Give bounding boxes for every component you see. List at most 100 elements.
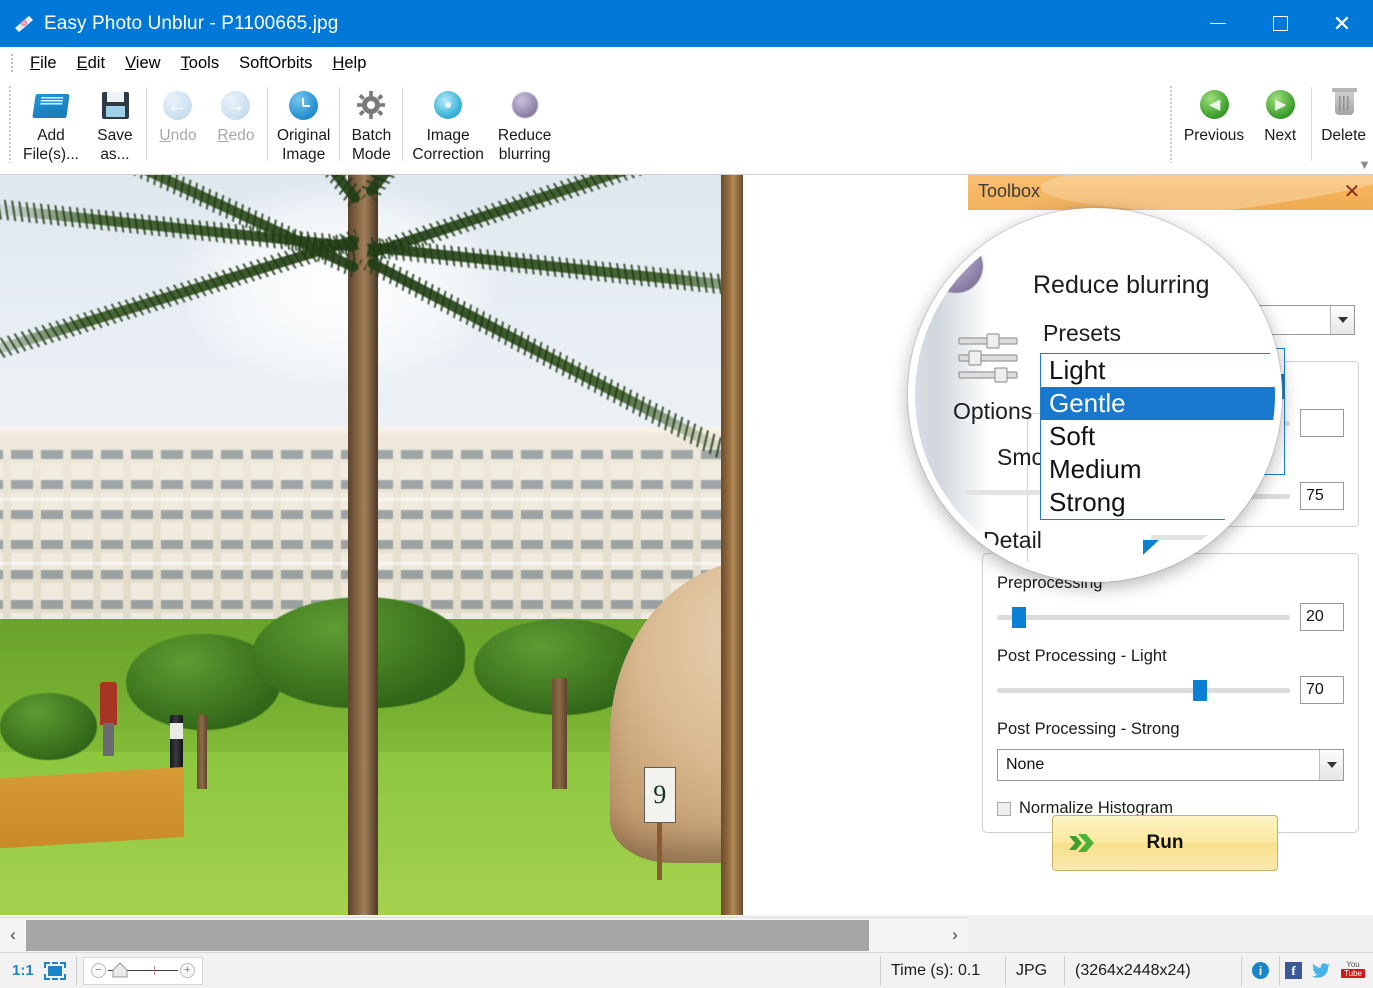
toolbar-separator — [402, 87, 404, 161]
denoise-group-title: Denoise — [993, 543, 1064, 561]
original-image-label: Original Image — [276, 127, 331, 163]
person-in-red — [99, 681, 118, 756]
presets-combobox[interactable]: Gentle — [1036, 305, 1355, 335]
youtube-icon[interactable]: You Tube — [1341, 961, 1365, 980]
horizontal-scrollbar[interactable]: ‹ › — [0, 917, 968, 952]
minimize-button[interactable] — [1187, 0, 1249, 47]
chevron-left-icon[interactable]: ‹ — [0, 919, 26, 952]
window-controls: ✕ — [1187, 0, 1373, 47]
toolbar-overflow-icon[interactable]: ▼ — [1358, 157, 1371, 172]
post-processing-light-value-field[interactable]: 70 — [1300, 676, 1344, 704]
dropdown-option-gentle[interactable]: Gentle — [1034, 374, 1284, 399]
previous-label: Previous — [1183, 127, 1245, 144]
hedge-trunk — [197, 715, 208, 790]
menu-item-tools[interactable]: Tools — [171, 51, 230, 76]
maximize-button[interactable] — [1249, 0, 1311, 47]
dropdown-option-light[interactable]: Light — [1034, 349, 1284, 374]
slider-track — [997, 615, 1290, 620]
presets-dropdown-list[interactable]: Light Gentle Soft Medium Strong — [1033, 348, 1285, 475]
twitter-icon[interactable] — [1312, 962, 1331, 979]
next-button[interactable]: ▶ Next — [1251, 79, 1309, 149]
dropdown-option-soft[interactable]: Soft — [1034, 399, 1284, 424]
menu-grip-handle[interactable] — [10, 53, 14, 73]
zoom-slider-thumb[interactable] — [112, 962, 128, 978]
canvas-right-margin — [743, 175, 968, 915]
yellow-wall — [0, 767, 184, 849]
preprocessing-slider[interactable] — [997, 606, 1290, 628]
add-files-label: Add File(s)... — [23, 127, 79, 163]
detail-value-field[interactable]: 75 — [1300, 482, 1344, 510]
wooden-post — [721, 175, 744, 915]
preprocessing-value-field[interactable]: 20 — [1300, 603, 1344, 631]
status-divider — [1279, 955, 1280, 986]
normalize-histogram-checkbox[interactable] — [997, 801, 1011, 816]
zoom-slider-control[interactable]: − + — [82, 956, 203, 985]
reduce-blurring-button[interactable]: Reduce blurring — [491, 79, 558, 168]
toolbar-grip-handle[interactable] — [8, 85, 12, 163]
image-correction-button[interactable]: Image Correction — [405, 79, 491, 168]
info-icon[interactable]: i — [1252, 962, 1269, 979]
small-palm-trunk — [551, 678, 568, 790]
palm-tree-trunk — [348, 175, 379, 915]
dropdown-option-medium[interactable]: Medium — [1034, 424, 1284, 449]
slider-track — [997, 688, 1290, 693]
batch-mode-button[interactable]: Batch Mode — [342, 79, 400, 168]
detail-slider[interactable] — [997, 485, 1290, 507]
previous-button[interactable]: ◀ Previous — [1177, 79, 1251, 149]
post-processing-strong-combobox[interactable]: None — [997, 749, 1344, 781]
post-processing-light-label: Post Processing - Light — [997, 647, 1167, 665]
original-image-button[interactable]: Original Image — [270, 79, 337, 168]
zoom-in-button[interactable]: + — [179, 963, 195, 978]
redo-button: → Redo — [207, 79, 265, 149]
facebook-icon[interactable]: f — [1285, 962, 1302, 979]
post-processing-strong-label: Post Processing - Strong — [997, 720, 1180, 738]
menu-item-help[interactable]: Help — [322, 51, 376, 76]
previous-green-arrow-icon: ◀ — [1195, 86, 1233, 124]
image-correction-label: Image Correction — [412, 127, 484, 163]
status-divider — [75, 955, 77, 986]
denoise-group: Denoise Preprocessing 20 Post Processing… — [982, 543, 1359, 833]
menu-item-file[interactable]: File — [20, 51, 67, 76]
image-dimensions-label: (3264x2448x24) — [1075, 961, 1191, 979]
preprocessing-label: Preprocessing — [997, 574, 1103, 592]
toolbox-header: Toolbox ✕ — [968, 175, 1373, 210]
zoom-ratio-label[interactable]: 1:1 — [0, 962, 42, 979]
save-as-label: Save as... — [97, 127, 133, 163]
run-button[interactable]: Run — [1052, 815, 1278, 871]
toolbox-body: Reduce blurring Presets Gentle Options S… — [968, 210, 1373, 915]
slider-thumb[interactable] — [1210, 486, 1225, 507]
smooth-value-field[interactable] — [1300, 409, 1344, 437]
chevron-right-icon[interactable]: › — [942, 919, 968, 952]
post-processing-light-slider[interactable] — [997, 679, 1290, 701]
scrollbar-thumb[interactable] — [26, 919, 869, 951]
blur-circle-icon — [506, 86, 544, 124]
add-files-button[interactable]: Add File(s)... — [16, 79, 86, 168]
slider-thumb[interactable] — [1011, 607, 1026, 628]
slider-thumb[interactable] — [1193, 680, 1208, 701]
zoom-slider-track[interactable] — [107, 962, 178, 978]
toolbar-right-group: ◀ Previous ▶ Next Delete — [1161, 79, 1373, 163]
chevron-down-icon[interactable] — [1319, 750, 1343, 780]
status-divider — [1241, 955, 1242, 986]
undo-label: Undo — [159, 127, 197, 144]
zoom-out-button[interactable]: − — [90, 963, 106, 978]
trash-icon — [1325, 86, 1363, 124]
menu-item-softorbits[interactable]: SoftOrbits — [229, 51, 322, 76]
front-shrub — [0, 693, 97, 760]
close-button[interactable]: ✕ — [1311, 0, 1373, 47]
save-as-button[interactable]: Save as... — [86, 79, 144, 168]
image-canvas[interactable]: 9 — [0, 175, 968, 915]
menu-item-edit[interactable]: Edit — [67, 51, 115, 76]
floppy-disk-icon — [96, 86, 134, 124]
toolbar-separator — [266, 87, 268, 161]
fit-to-window-icon[interactable] — [43, 961, 66, 980]
open-folder-icon — [32, 86, 70, 124]
toolbar-right-grip[interactable] — [1168, 85, 1173, 163]
status-right-group: Time (s): 0.1 JPG (3264x2448x24) i f You… — [880, 953, 1373, 988]
chevron-down-icon[interactable] — [1330, 306, 1354, 334]
menu-item-view[interactable]: View — [115, 51, 170, 76]
delete-button[interactable]: Delete — [1314, 79, 1373, 149]
dropdown-option-strong[interactable]: Strong — [1034, 449, 1284, 474]
scrollbar-track[interactable] — [26, 919, 942, 952]
toolbox-close-icon[interactable]: ✕ — [1339, 179, 1365, 205]
